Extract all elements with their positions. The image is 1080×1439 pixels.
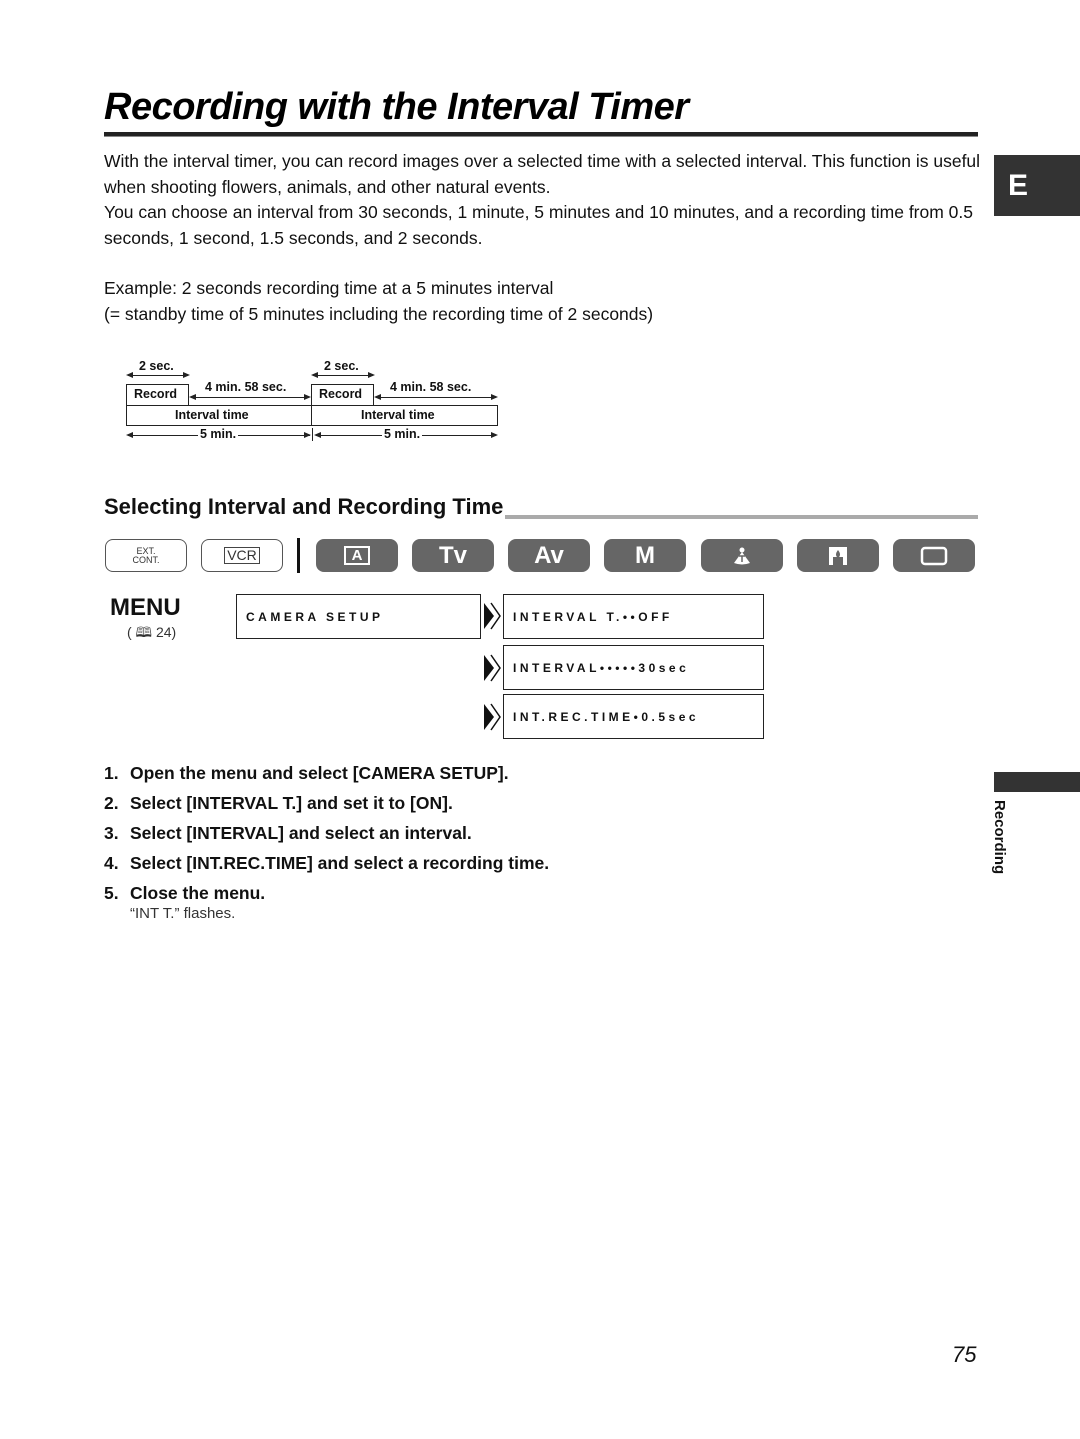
- mode-m: M: [604, 539, 686, 572]
- arrow-left-icon: [314, 432, 321, 438]
- example-line: (= standby time of 5 minutes including t…: [104, 303, 654, 324]
- mode-ext-cont: EXT. CONT.: [105, 539, 187, 572]
- easy-recording-icon: [920, 546, 948, 565]
- interval-duration-label: 5 min.: [198, 427, 239, 441]
- arrow-right-icon: [491, 432, 498, 438]
- chapter-tab-marker: [994, 772, 1080, 792]
- arrow-left-icon: [126, 372, 133, 378]
- record-duration-label: 2 sec.: [324, 359, 359, 373]
- mode-separator: [297, 538, 300, 573]
- arrow-right-icon: [183, 372, 190, 378]
- mode-auto: A: [316, 539, 398, 572]
- record-duration-label: 2 sec.: [139, 359, 174, 373]
- section-title: Selecting Interval and Recording Time: [104, 494, 506, 519]
- ext-cont-icon: EXT. CONT.: [132, 545, 160, 565]
- menu-interval-t: INTERVAL T.••OFF: [503, 594, 764, 639]
- standby-duration-label: 4 min. 58 sec.: [205, 380, 287, 394]
- vcr-icon: VCR: [224, 547, 260, 564]
- page-title: Recording with the Interval Timer: [104, 86, 689, 128]
- page-reference: ( 🕮 24): [127, 624, 177, 640]
- chapter-tab: Recording: [991, 800, 1008, 875]
- standby-arrow: [376, 397, 496, 398]
- step-item: 2. Select [INTERVAL T.] and set it to [ON…: [104, 793, 453, 813]
- mode-tv: Tv: [412, 539, 494, 572]
- arrow-right-icon: [368, 372, 375, 378]
- step-note: “INT T.” flashes.: [130, 905, 236, 922]
- arrow-left-icon: [126, 432, 133, 438]
- interval-timeline-diagram: 2 sec. 2 sec. Record Record 4 min. 58 se…: [120, 355, 510, 445]
- arrow-left-icon: [374, 394, 381, 400]
- arrow-left-icon: [311, 372, 318, 378]
- step-item: 1. Open the menu and select [CAMERA SETUP…: [104, 763, 509, 783]
- example-line: Example: 2 seconds recording time at a 5…: [104, 278, 554, 298]
- menu-logo: MENU: [110, 594, 181, 621]
- step-item: 5. Close the menu.: [104, 883, 266, 903]
- arrow-right-icon: [304, 394, 311, 400]
- spotlight-icon: [734, 547, 750, 564]
- intro-paragraph: You can choose an interval from 30 secon…: [104, 202, 974, 248]
- menu-interval: INTERVAL•••••30sec: [503, 645, 764, 690]
- double-arrow-icon: [484, 654, 501, 682]
- auto-mode-icon: A: [343, 546, 371, 565]
- arrow-left-icon: [189, 394, 196, 400]
- menu-int-rec-time: INT.REC.TIME•0.5sec: [503, 694, 764, 739]
- mode-easy-recording: [893, 539, 975, 572]
- menu-camera-setup: CAMERA SETUP: [236, 594, 481, 639]
- record-duration-arrow: [313, 375, 373, 376]
- intro-paragraph: With the interval timer, you can record …: [104, 151, 981, 197]
- night-icon: [829, 546, 847, 565]
- mode-av: Av: [508, 539, 590, 572]
- title-rule: [104, 132, 978, 136]
- step-item: 3. Select [INTERVAL] and select an interv…: [104, 823, 472, 843]
- record-label: Record: [134, 387, 178, 401]
- arrow-right-icon: [304, 432, 311, 438]
- arrow-right-icon: [491, 394, 498, 400]
- mode-night: [797, 539, 879, 572]
- standby-arrow: [191, 397, 309, 398]
- double-arrow-icon: [484, 703, 501, 731]
- step-item: 4. Select [INT.REC.TIME] and select a rec…: [104, 853, 550, 873]
- language-tab: E: [994, 155, 1080, 216]
- interval-label: Interval time: [175, 408, 249, 422]
- mode-spotlight: [701, 539, 783, 572]
- record-label: Record: [319, 387, 363, 401]
- divider-tick: [312, 428, 313, 441]
- steps-list: 1. Open the menu and select [CAMERA SETUP…: [104, 758, 549, 908]
- interval-duration-label: 5 min.: [382, 427, 423, 441]
- record-duration-arrow: [128, 375, 188, 376]
- mode-vcr: VCR: [201, 539, 283, 572]
- page-number: 75: [952, 1342, 977, 1367]
- double-arrow-icon: [484, 602, 501, 630]
- interval-label: Interval time: [361, 408, 435, 422]
- intro-text: With the interval timer, you can record …: [104, 149, 984, 251]
- standby-duration-label: 4 min. 58 sec.: [390, 380, 472, 394]
- example-text: Example: 2 seconds recording time at a 5…: [104, 276, 984, 327]
